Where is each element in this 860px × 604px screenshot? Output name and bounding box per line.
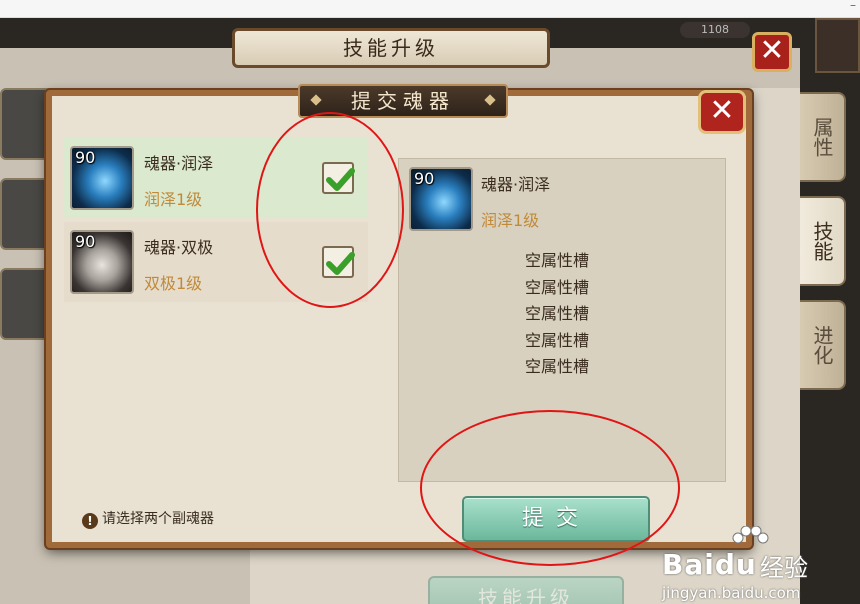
game-viewport: 技能升级 技能升级 ✕ 1108 属性 技能 进化 提交魂器 ✕ 90 魂器·润… — [0, 18, 860, 604]
ornament-icon — [484, 94, 496, 106]
minimize-icon[interactable]: – — [850, 0, 856, 12]
attribute-slot: 空属性槽 — [525, 330, 590, 350]
soul-item-list: 90 魂器·润泽 润泽1级 90 魂器·双极 双极1级 — [64, 138, 372, 478]
ornament-icon — [310, 94, 322, 106]
avatar[interactable] — [815, 18, 860, 73]
close-icon[interactable]: ✕ — [698, 90, 746, 134]
blue-orb-icon: 90 — [409, 167, 473, 231]
item-checkbox[interactable] — [322, 246, 355, 278]
detail-level-badge: 90 — [414, 169, 435, 188]
list-item[interactable]: 90 魂器·润泽 润泽1级 — [64, 138, 368, 218]
item-sub-level: 润泽1级 — [144, 190, 203, 209]
white-claw-icon: 90 — [70, 230, 134, 294]
coin-counter: 1108 — [680, 22, 750, 38]
dialog-title-text: 提交魂器 — [351, 89, 455, 113]
item-name: 魂器·润泽 — [144, 154, 214, 173]
blue-orb-icon: 90 — [70, 146, 134, 210]
side-tabs: 属性 技能 进化 — [800, 78, 860, 598]
checkmark-icon — [326, 168, 355, 191]
submit-soul-dialog: 提交魂器 ✕ 90 魂器·润泽 润泽1级 90 魂器·双极 双极1级 90 魂器… — [46, 84, 752, 548]
attribute-slot: 空属性槽 — [525, 304, 590, 323]
attribute-slot: 空属性槽 — [525, 277, 590, 297]
watermark-url: jingyan.baidu.com — [662, 584, 801, 602]
skill-upgrade-button[interactable]: 技能升级 — [428, 576, 624, 604]
exclamation-icon: ! — [82, 513, 98, 529]
window-topbar: – — [0, 0, 860, 18]
submit-button[interactable]: 提交 — [462, 496, 650, 542]
detail-sub-level: 润泽1级 — [481, 211, 540, 230]
tab-skills[interactable]: 技能 — [800, 196, 846, 286]
hint-text: 请选择两个副魂器 — [102, 511, 214, 527]
tab-attributes[interactable]: 属性 — [800, 92, 846, 182]
attribute-slot: 空属性槽 — [525, 251, 590, 270]
item-sub-level: 双极1级 — [144, 274, 203, 293]
checkmark-icon — [326, 252, 355, 275]
item-name: 魂器·双极 — [144, 238, 214, 257]
attribute-slot: 空属性槽 — [525, 357, 590, 376]
skill-upgrade-title: 技能升级 — [232, 28, 550, 68]
dialog-title: 提交魂器 — [298, 84, 508, 118]
detail-name: 魂器·润泽 — [481, 175, 551, 194]
item-level-badge: 90 — [75, 232, 96, 251]
tab-evolve[interactable]: 进化 — [800, 300, 846, 390]
item-level-badge: 90 — [75, 148, 96, 167]
watermark-logo: Baidu — [662, 548, 757, 581]
baidu-watermark: Baidu 经验 jingyan.baidu.com — [656, 526, 856, 604]
watermark-suffix: 经验 — [760, 554, 808, 582]
list-item[interactable]: 90 魂器·双极 双极1级 — [64, 222, 368, 302]
item-checkbox[interactable] — [322, 162, 355, 194]
close-icon[interactable]: ✕ — [752, 32, 792, 72]
soul-detail-panel: 90 魂器·润泽 润泽1级 空属性槽 空属性槽 空属性槽 空属性槽 空属性槽 — [398, 158, 726, 482]
attribute-slot-list: 空属性槽 空属性槽 空属性槽 空属性槽 空属性槽 — [525, 247, 645, 380]
selection-hint: ! 请选择两个副魂器 — [82, 508, 214, 529]
